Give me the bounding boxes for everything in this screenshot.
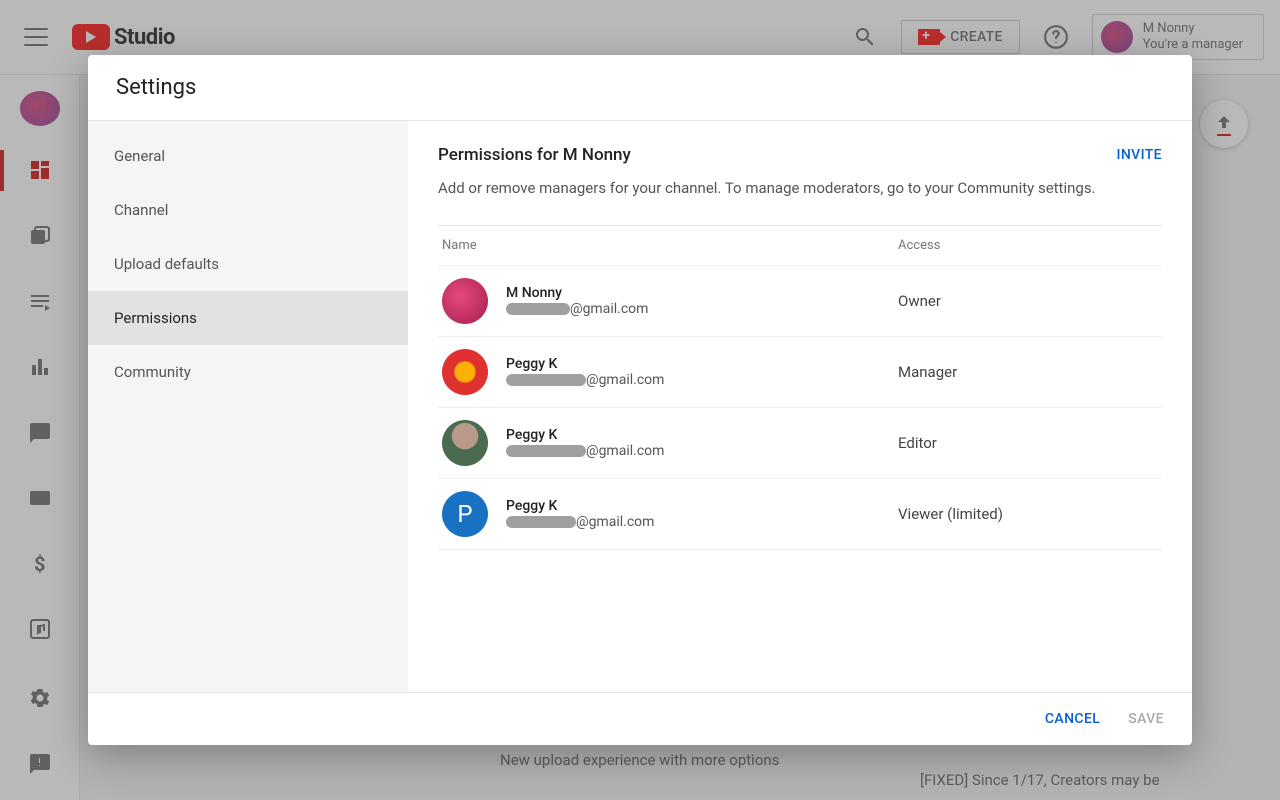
permissions-heading: Permissions for M Nonny (438, 145, 631, 165)
user-email: @gmail.com (506, 514, 898, 530)
save-button[interactable]: SAVE (1128, 711, 1164, 727)
column-name: Name (442, 238, 898, 253)
access-level: Owner (898, 292, 1158, 310)
user-name: Peggy K (506, 427, 898, 443)
user-name: M Nonny (506, 285, 898, 301)
permission-row[interactable]: P Peggy K@gmail.comViewer (limited) (438, 479, 1162, 550)
access-level: Editor (898, 434, 1158, 452)
modal-title: Settings (88, 55, 1192, 121)
modal-footer: CANCEL SAVE (88, 692, 1192, 745)
user-name: Peggy K (506, 356, 898, 372)
settings-modal: Settings GeneralChannelUpload defaultsPe… (88, 55, 1192, 745)
permission-row[interactable]: Peggy K@gmail.comEditor (438, 408, 1162, 479)
settings-nav-item[interactable]: Permissions (88, 291, 408, 345)
settings-nav: GeneralChannelUpload defaultsPermissions… (88, 121, 408, 692)
permissions-description: Add or remove managers for your channel.… (438, 179, 1162, 197)
settings-nav-item[interactable]: General (88, 129, 408, 183)
settings-nav-item[interactable]: Channel (88, 183, 408, 237)
access-level: Viewer (limited) (898, 505, 1158, 523)
avatar (442, 278, 488, 324)
permission-row[interactable]: M Nonny@gmail.comOwner (438, 266, 1162, 337)
user-name: Peggy K (506, 498, 898, 514)
invite-button[interactable]: INVITE (1116, 147, 1162, 163)
settings-nav-item[interactable]: Community (88, 345, 408, 399)
user-email: @gmail.com (506, 443, 898, 459)
redacted-text (506, 303, 570, 315)
settings-nav-item[interactable]: Upload defaults (88, 237, 408, 291)
user-email: @gmail.com (506, 301, 898, 317)
column-access: Access (898, 238, 1158, 253)
cancel-button[interactable]: CANCEL (1045, 711, 1100, 727)
redacted-text (506, 445, 586, 457)
avatar: P (442, 491, 488, 537)
redacted-text (506, 374, 586, 386)
access-level: Manager (898, 363, 1158, 381)
user-email: @gmail.com (506, 372, 898, 388)
permission-row[interactable]: Peggy K@gmail.comManager (438, 337, 1162, 408)
redacted-text (506, 516, 576, 528)
avatar (442, 349, 488, 395)
settings-content: Permissions for M Nonny INVITE Add or re… (408, 121, 1192, 692)
avatar (442, 420, 488, 466)
permissions-table: Name Access M Nonny@gmail.comOwnerPeggy … (438, 225, 1162, 550)
